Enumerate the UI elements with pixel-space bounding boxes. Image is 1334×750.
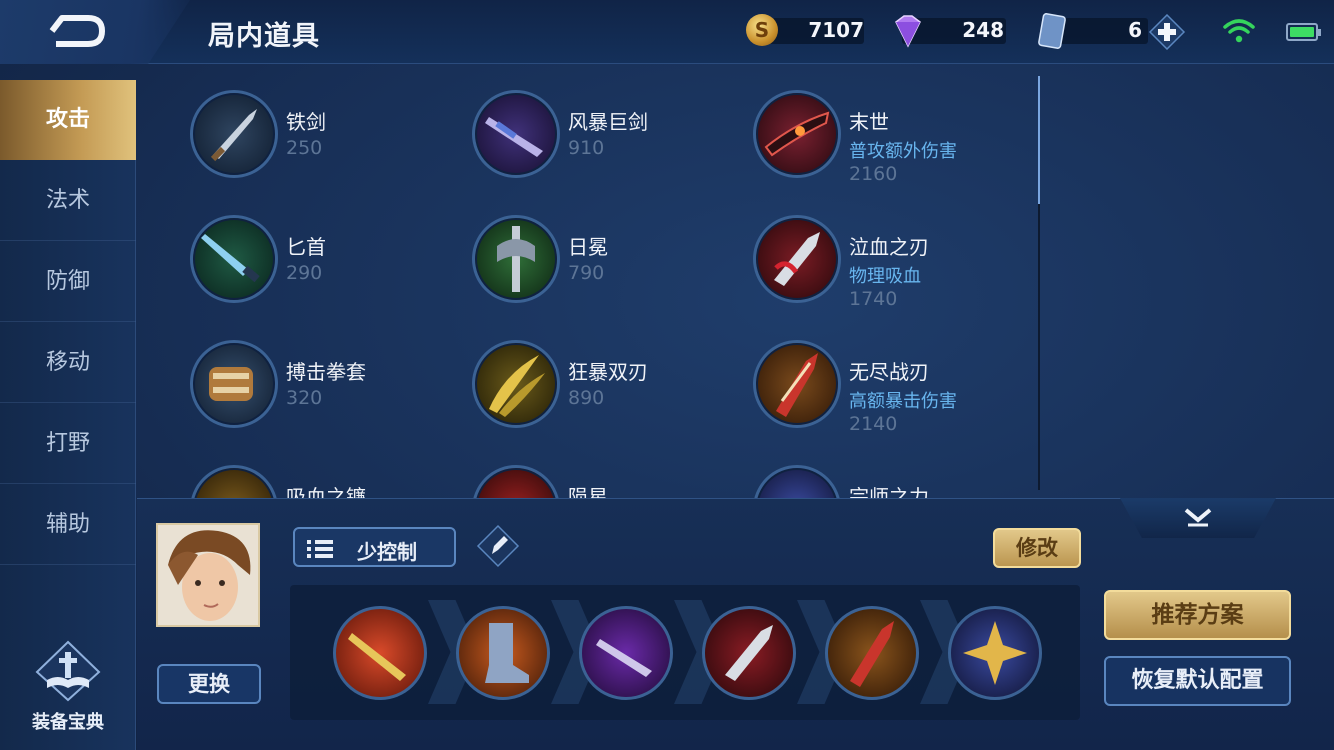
gold-coin-icon: S: [746, 14, 778, 46]
gauntlet-icon: [190, 340, 278, 428]
item-price: 1740: [849, 288, 898, 310]
back-arrow-icon: [49, 15, 105, 47]
diamond-value: 248: [962, 18, 1004, 42]
meteor-icon: [472, 465, 560, 500]
item-price: 910: [568, 137, 605, 159]
equipment-screen: 局内道具 S 7107 248 6 攻击 法术 防御 移动 打野 辅助 装备宝典…: [0, 0, 1334, 750]
diamond-counter: 248: [890, 14, 1008, 48]
gold-value: 7107: [808, 18, 864, 42]
twin-blades-icon: [472, 340, 560, 428]
item-description: 物理吸血: [849, 266, 921, 287]
gold-counter: S 7107: [746, 14, 866, 46]
item-card[interactable]: 日冕 790: [432, 201, 712, 321]
tab-magic[interactable]: 法术: [0, 161, 136, 241]
greatsword-icon: [472, 90, 560, 178]
rename-plan-button[interactable]: [476, 524, 520, 568]
infinity-blade-icon: [753, 340, 841, 428]
item-card[interactable]: 铁剑 250: [150, 76, 430, 196]
codex-book-icon: [35, 640, 101, 702]
item-price: 2160: [849, 163, 898, 185]
item-price: 790: [568, 262, 605, 284]
item-name: 无尽战刃: [849, 360, 929, 384]
item-card[interactable]: 风暴巨剑 910: [432, 76, 712, 196]
master-power-icon: [753, 465, 841, 500]
tab-movement[interactable]: 移动: [0, 323, 136, 403]
top-bar: 局内道具 S 7107 248 6: [0, 0, 1334, 64]
item-price: 250: [286, 137, 323, 159]
item-name: 末世: [849, 110, 889, 134]
back-button[interactable]: [0, 0, 190, 64]
ticket-counter: 6: [1036, 13, 1148, 49]
dagger-icon: [190, 215, 278, 303]
item-price: 2140: [849, 413, 898, 435]
item-name: 搏击拳套: [286, 360, 366, 384]
item-name: 泣血之刃: [849, 235, 929, 259]
item-description: 高额暴击伤害: [849, 391, 957, 412]
modify-build-button[interactable]: 修改: [993, 528, 1081, 568]
item-price: 290: [286, 262, 323, 284]
item-card[interactable]: 末世 普攻额外伤害 2160: [713, 76, 993, 196]
ticket-icon: [1038, 13, 1066, 49]
item-price: 890: [568, 387, 605, 409]
wifi-icon: [1223, 19, 1255, 43]
hero-avatar: [156, 523, 260, 627]
scythe-icon: [190, 465, 278, 500]
item-card[interactable]: 宗师之力: [713, 451, 993, 500]
collapse-panel-button[interactable]: [1120, 498, 1276, 538]
item-name: 日冕: [568, 235, 608, 259]
codex-label: 装备宝典: [32, 712, 104, 733]
chevron-down-icon: [1184, 508, 1212, 527]
infinity-blade-icon[interactable]: [825, 606, 919, 700]
tab-support[interactable]: 辅助: [0, 485, 136, 565]
item-list-scrollbar[interactable]: [1038, 76, 1040, 490]
list-icon: [307, 540, 333, 558]
item-description: 普攻额外伤害: [849, 141, 957, 162]
corona-icon: [472, 215, 560, 303]
add-currency-button[interactable]: [1148, 14, 1186, 50]
bloodblade-icon: [753, 215, 841, 303]
equipment-codex-button[interactable]: 装备宝典: [20, 640, 116, 734]
item-card[interactable]: 吸血之镰: [150, 451, 430, 500]
item-name: 狂暴双刃: [568, 360, 648, 384]
bloodblade-icon[interactable]: [702, 606, 796, 700]
diamond-icon: [895, 15, 921, 48]
master-power-icon[interactable]: [948, 606, 1042, 700]
axe-icon[interactable]: [579, 606, 673, 700]
recommended-build-button[interactable]: 推荐方案: [1104, 590, 1291, 640]
tab-jungle[interactable]: 打野: [0, 404, 136, 484]
build-plan-name: 少控制: [357, 540, 417, 564]
item-card[interactable]: 搏击拳套 320: [150, 326, 430, 446]
item-card[interactable]: 陨星: [432, 451, 712, 500]
blade-icon[interactable]: [333, 606, 427, 700]
doom-blade-icon: [753, 90, 841, 178]
item-card[interactable]: 匕首 290: [150, 201, 430, 321]
item-name: 匕首: [286, 235, 326, 259]
item-card[interactable]: 狂暴双刃 890: [432, 326, 712, 446]
item-card[interactable]: 泣血之刃 物理吸血 1740: [713, 201, 993, 321]
change-hero-button[interactable]: 更换: [157, 664, 261, 704]
item-price: 320: [286, 387, 323, 409]
page-title: 局内道具: [208, 21, 320, 52]
item-grid: 铁剑 250 风暴巨剑 910 末世 普攻额外伤害 2160 匕首 290 日冕…: [150, 76, 1038, 500]
restore-default-button[interactable]: 恢复默认配置: [1104, 656, 1291, 706]
battery-icon: [1286, 23, 1321, 41]
tab-attack[interactable]: 攻击: [0, 80, 136, 160]
tab-defense[interactable]: 防御: [0, 242, 136, 322]
item-name: 铁剑: [286, 110, 326, 134]
boots-icon[interactable]: [456, 606, 550, 700]
item-name: 风暴巨剑: [568, 110, 648, 134]
ticket-value: 6: [1128, 18, 1142, 42]
build-plan-selector[interactable]: 少控制: [293, 527, 456, 567]
item-card[interactable]: 无尽战刃 高额暴击伤害 2140: [713, 326, 993, 446]
sword-icon: [190, 90, 278, 178]
